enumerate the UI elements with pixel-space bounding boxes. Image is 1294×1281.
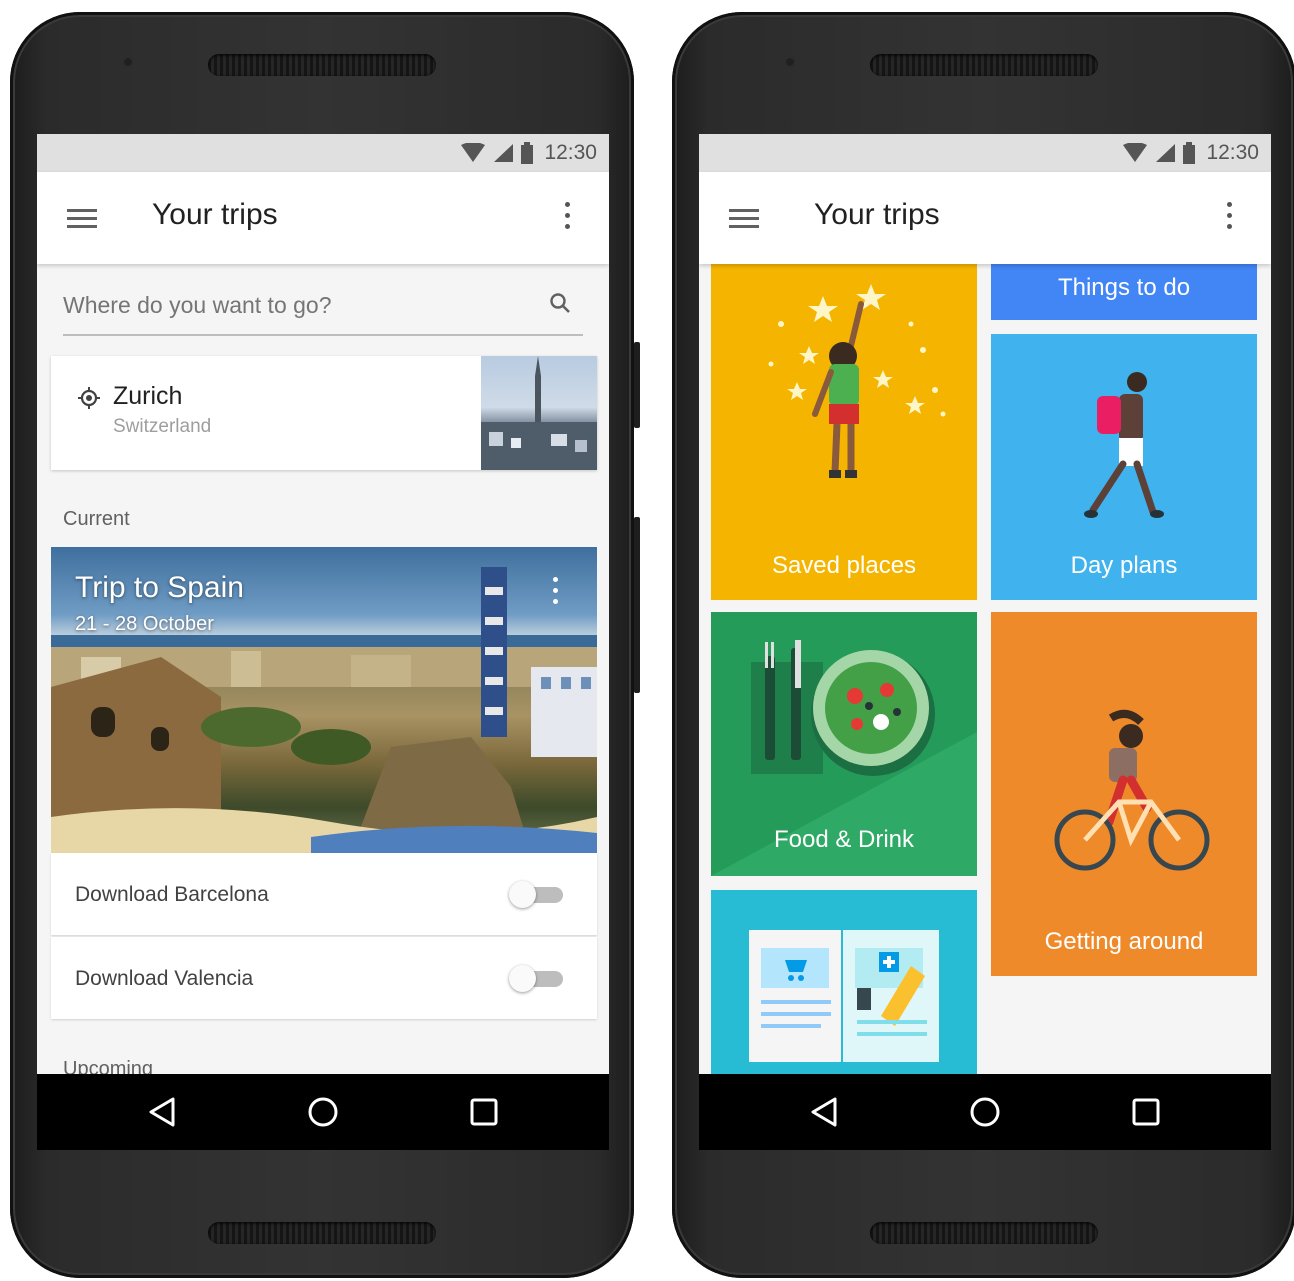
tile-saved-places[interactable]: Saved places xyxy=(711,264,977,600)
trip-more-icon[interactable] xyxy=(551,577,559,607)
menu-icon[interactable] xyxy=(67,209,97,229)
status-time: 12:30 xyxy=(544,141,597,164)
earpiece-speaker xyxy=(870,54,1098,76)
home-icon[interactable] xyxy=(307,1096,339,1128)
front-camera xyxy=(122,56,134,68)
signal-icon xyxy=(494,144,514,162)
place-name: Zurich xyxy=(113,382,183,410)
home-icon[interactable] xyxy=(969,1096,1001,1128)
trip-card[interactable]: Trip to Spain 21 - 28 October xyxy=(51,547,597,853)
place-country: Switzerland xyxy=(113,416,212,437)
volume-button xyxy=(634,517,640,693)
front-camera xyxy=(784,56,796,68)
phone-left: 12:30 Your trips Where do you want to go… xyxy=(10,12,640,1278)
tile-reservations[interactable] xyxy=(711,890,977,1074)
status-bar: 12:30 xyxy=(699,134,1271,172)
tile-label: Things to do xyxy=(1057,274,1191,301)
tile-getting-around[interactable]: Getting around xyxy=(991,612,1257,976)
status-time: 12:30 xyxy=(1206,141,1259,164)
nav-bar xyxy=(699,1074,1271,1150)
battery-icon xyxy=(521,142,534,164)
back-icon[interactable] xyxy=(809,1096,839,1128)
back-icon[interactable] xyxy=(147,1096,177,1128)
wifi-icon xyxy=(1123,143,1148,162)
recents-icon[interactable] xyxy=(469,1096,499,1128)
recents-icon[interactable] xyxy=(1131,1096,1161,1128)
place-photo xyxy=(481,356,597,470)
status-bar: 12:30 xyxy=(37,134,609,172)
nav-bar xyxy=(37,1074,609,1150)
screen-right: 12:30 Your trips Things to do Saved plac… xyxy=(699,134,1271,1150)
app-toolbar: Your trips xyxy=(37,172,609,264)
reservations-illustration xyxy=(749,930,939,1062)
tile-things-to-do[interactable]: Things to do xyxy=(991,264,1257,320)
tile-day-plans[interactable]: Day plans xyxy=(991,334,1257,600)
download-toggle[interactable] xyxy=(509,965,567,992)
bottom-speaker xyxy=(208,1222,436,1244)
more-vert-icon[interactable] xyxy=(563,202,571,232)
tile-label: Saved places xyxy=(771,552,917,579)
tile-label: Food & Drink xyxy=(773,826,915,853)
tile-label: Day plans xyxy=(1070,552,1178,579)
saved-places-illustration xyxy=(768,284,946,478)
search-icon[interactable] xyxy=(549,292,571,314)
search-placeholder: Where do you want to go? xyxy=(63,292,332,318)
phone-right: 12:30 Your trips Things to do Saved plac… xyxy=(672,12,1294,1278)
trip-dates: 21 - 28 October xyxy=(75,613,214,635)
bottom-speaker xyxy=(870,1222,1098,1244)
page-title: Your trips xyxy=(814,198,940,231)
download-label: Download Barcelona xyxy=(75,883,269,906)
place-card-zurich[interactable]: Zurich Switzerland xyxy=(51,356,597,470)
battery-icon xyxy=(1183,142,1196,164)
power-button xyxy=(634,342,640,428)
page-title: Your trips xyxy=(152,198,278,231)
app-toolbar: Your trips xyxy=(699,172,1271,264)
tile-food-drink[interactable]: Food & Drink xyxy=(711,612,977,876)
earpiece-speaker xyxy=(208,54,436,76)
tile-label: Getting around xyxy=(1044,928,1204,955)
search-input[interactable]: Where do you want to go? xyxy=(63,278,583,336)
download-row-barcelona: Download Barcelona xyxy=(51,853,597,935)
location-icon xyxy=(78,387,100,409)
trip-title: Trip to Spain xyxy=(75,571,244,604)
download-toggle[interactable] xyxy=(509,881,567,908)
more-vert-icon[interactable] xyxy=(1225,202,1233,232)
screen-left: 12:30 Your trips Where do you want to go… xyxy=(37,134,609,1150)
download-label: Download Valencia xyxy=(75,967,254,990)
signal-icon xyxy=(1156,144,1176,162)
section-current: Current xyxy=(63,508,130,530)
getting-around-illustration xyxy=(1054,709,1210,871)
wifi-icon xyxy=(461,143,486,162)
menu-icon[interactable] xyxy=(729,209,759,229)
download-row-valencia: Download Valencia xyxy=(51,937,597,1019)
